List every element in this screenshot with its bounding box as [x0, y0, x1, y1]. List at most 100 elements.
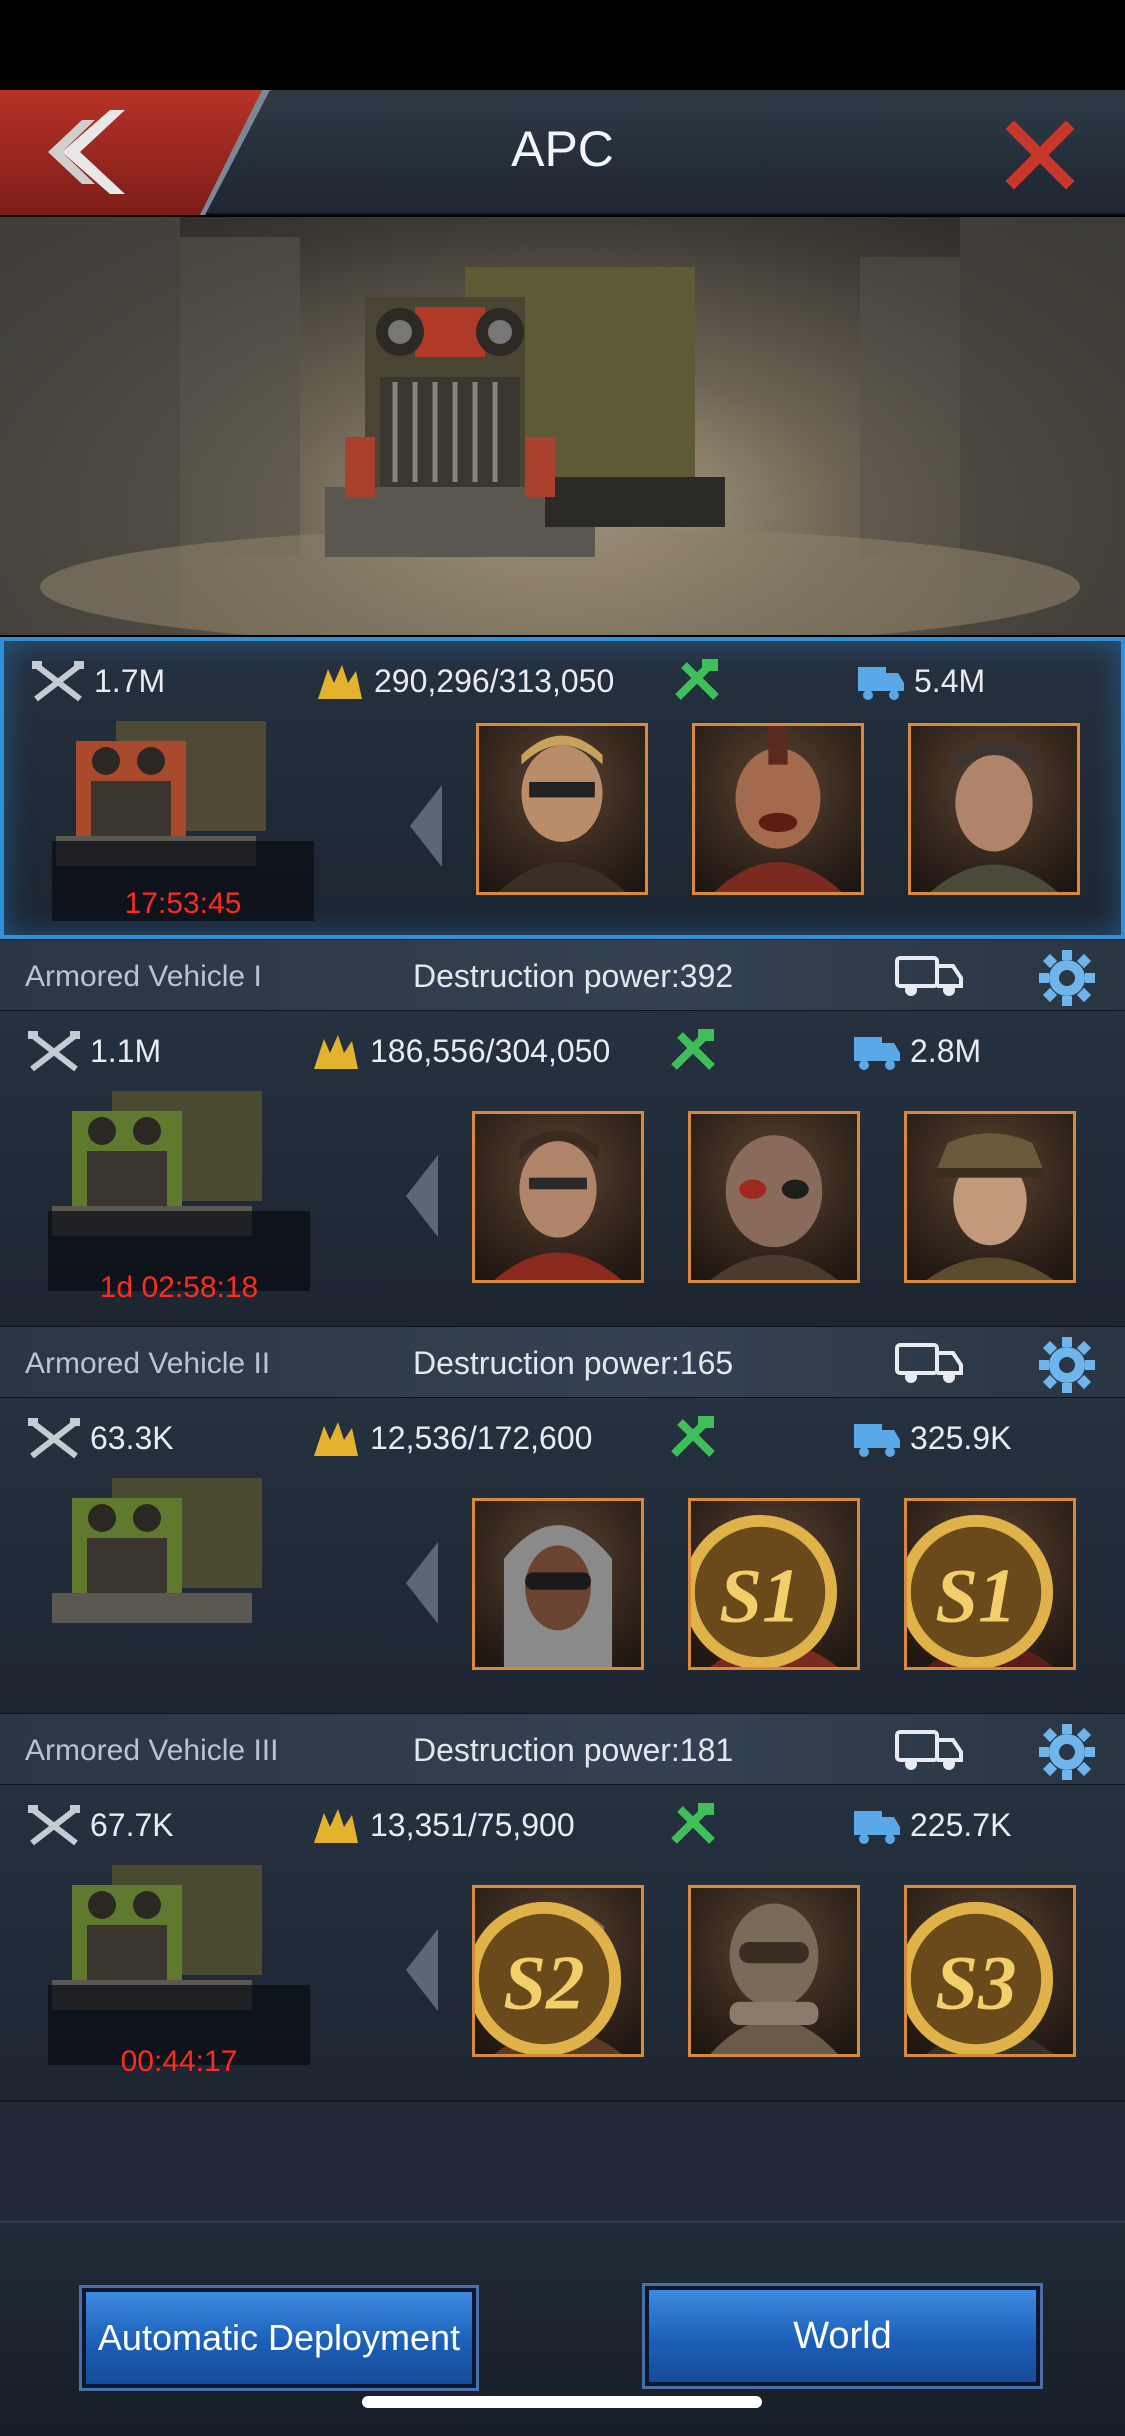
gear-icon[interactable] [1035, 948, 1099, 1008]
gear-icon[interactable] [1035, 1722, 1099, 1782]
troops-icon [314, 1035, 358, 1069]
power-stat: 1.1M [26, 1029, 161, 1073]
season-badge-icon: S2 [475, 1901, 622, 2054]
power-value: 67.7K [90, 1806, 174, 1843]
repair-stat [672, 659, 730, 703]
chevron-left-icon[interactable] [402, 1925, 442, 2015]
automatic-deployment-button[interactable]: Automatic Deployment [79, 2285, 479, 2391]
svg-text:S3: S3 [935, 1940, 1016, 2026]
hero-portrait-12[interactable]: S3 [904, 1885, 1076, 2057]
power-value: 1.7M [94, 662, 166, 699]
chevron-left-icon[interactable] [406, 781, 446, 871]
crossed-rifles-icon [28, 1418, 80, 1459]
truck-load-icon [854, 1424, 900, 1457]
hero-portrait-1[interactable] [476, 723, 648, 895]
repair-stat [668, 1029, 726, 1073]
close-icon [1005, 120, 1075, 190]
troops-icon [314, 1422, 358, 1456]
truck-icon[interactable] [895, 1341, 965, 1385]
load-stat: 325.9K [852, 1416, 1011, 1460]
power-stat: 63.3K [26, 1416, 174, 1460]
page-title: APC [511, 121, 614, 177]
status-bar [0, 0, 1125, 90]
crossed-rifles-icon [28, 1805, 80, 1846]
truck-icon[interactable] [895, 1728, 965, 1772]
troops-value: 186,556/304,050 [370, 1032, 611, 1069]
power-value: 1.1M [90, 1032, 162, 1069]
load-value: 2.8M [910, 1032, 982, 1069]
truck-load-icon [854, 1811, 900, 1844]
repair-stat [668, 1416, 726, 1460]
march-timer: 00:44:17 [120, 2045, 238, 2078]
hammer-wrench-icon [671, 1416, 715, 1457]
truck-load-icon [858, 667, 904, 700]
power-value: 63.3K [90, 1419, 174, 1456]
power-stat: 1.7M [30, 659, 165, 703]
troops-stat: 290,296/313,050 [314, 659, 614, 703]
vehicle-banner-image [0, 217, 1125, 635]
world-button[interactable]: World [642, 2283, 1043, 2389]
hero-portrait-3[interactable] [908, 723, 1080, 895]
svg-text:S2: S2 [503, 1940, 584, 2026]
troops-icon [314, 1809, 358, 1843]
troops-stat: 13,351/75,900 [310, 1803, 575, 1847]
vehicle-header-1: Armored Vehicle I Destruction power:392 [0, 939, 1125, 1011]
empty-slot-area [0, 2100, 1125, 2220]
crossed-rifles-icon [28, 1031, 80, 1072]
hero-portrait-9[interactable]: S1 [904, 1498, 1076, 1670]
header: APC [0, 90, 1125, 215]
gear-icon[interactable] [1035, 1335, 1099, 1395]
svg-text:S1: S1 [719, 1553, 800, 1639]
truck-load-icon [854, 1037, 900, 1070]
vehicle-header-3: Armored Vehicle III Destruction power:18… [0, 1713, 1125, 1785]
march-timer: 17:53:45 [124, 887, 242, 920]
hero-portrait-6[interactable] [904, 1111, 1076, 1283]
troops-icon [318, 665, 362, 699]
svg-text:S1: S1 [935, 1553, 1016, 1639]
hammer-wrench-icon [675, 659, 719, 700]
hero-portrait-7[interactable] [472, 1498, 644, 1670]
hero-portrait-8[interactable]: S1 [688, 1498, 860, 1670]
destruction-power: Destruction power:165 [413, 1345, 734, 1381]
vehicle-thumbnail [52, 1478, 262, 1623]
vehicle-slot-1[interactable]: 1.7M 290,296/313,050 5.4M 17:53:45 [0, 637, 1125, 939]
vehicle-name: Armored Vehicle I [25, 960, 262, 993]
troops-value: 13,351/75,900 [370, 1806, 575, 1843]
season-badge-icon: S1 [907, 1514, 1054, 1667]
troops-value: 12,536/172,600 [370, 1419, 593, 1456]
hero-portrait-10[interactable]: S2 [472, 1885, 644, 2057]
chevron-left-icon[interactable] [402, 1151, 442, 1241]
chevron-left-icon[interactable] [402, 1538, 442, 1628]
hammer-wrench-icon [671, 1803, 715, 1844]
crossed-rifles-icon [32, 661, 84, 702]
vehicle-header-2: Armored Vehicle II Destruction power:165 [0, 1326, 1125, 1398]
vehicle-name: Armored Vehicle III [25, 1734, 279, 1767]
power-stat: 67.7K [26, 1803, 174, 1847]
hero-portrait-11[interactable] [688, 1885, 860, 2057]
destruction-power: Destruction power:181 [413, 1732, 734, 1768]
vehicle-slot-2[interactable]: 1.1M 186,556/304,050 2.8M 1d 02:58:18 [0, 1011, 1125, 1326]
destruction-power: Destruction power:392 [413, 958, 734, 994]
load-stat: 2.8M [852, 1029, 981, 1073]
march-timer: 1d 02:58:18 [99, 1271, 259, 1304]
load-stat: 225.7K [852, 1803, 1011, 1847]
troops-value: 290,296/313,050 [374, 662, 615, 699]
repair-stat [668, 1803, 726, 1847]
vehicle-slot-4[interactable]: 67.7K 13,351/75,900 225.7K 00:44:17 S2 S… [0, 1785, 1125, 2100]
troops-stat: 186,556/304,050 [310, 1029, 610, 1073]
vehicle-slot-3[interactable]: 63.3K 12,536/172,600 325.9K S1 S1 [0, 1398, 1125, 1713]
load-value: 225.7K [910, 1806, 1012, 1843]
season-badge-icon: S3 [907, 1901, 1054, 2054]
load-value: 325.9K [910, 1419, 1012, 1456]
hero-portrait-4[interactable] [472, 1111, 644, 1283]
close-button[interactable] [1000, 115, 1080, 195]
season-badge-icon: S1 [691, 1514, 838, 1667]
vehicle-name: Armored Vehicle II [25, 1347, 271, 1380]
home-indicator[interactable] [362, 2396, 762, 2408]
hero-portrait-2[interactable] [692, 723, 864, 895]
truck-icon[interactable] [895, 954, 965, 998]
hammer-wrench-icon [671, 1029, 715, 1070]
load-stat: 5.4M [856, 659, 985, 703]
load-value: 5.4M [914, 662, 986, 699]
hero-portrait-5[interactable] [688, 1111, 860, 1283]
